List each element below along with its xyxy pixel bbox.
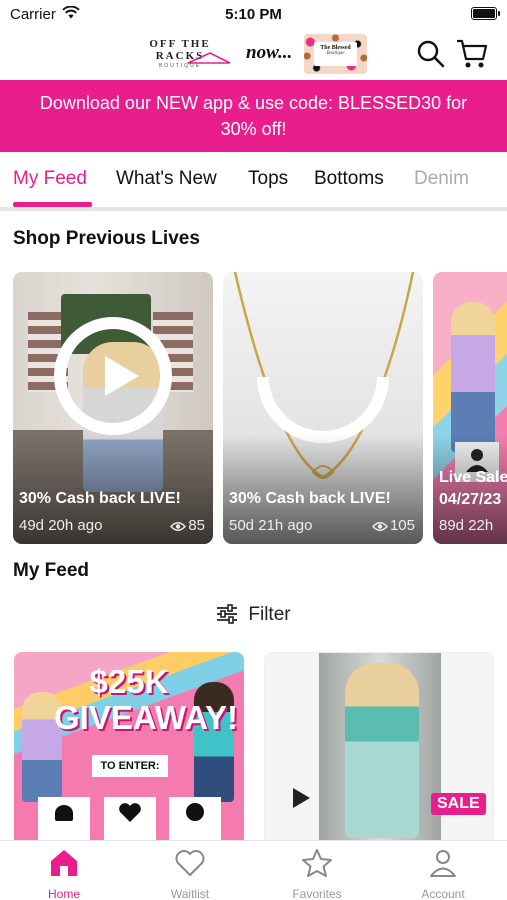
feed-title: My Feed (13, 560, 90, 581)
live-card-title: Live Sale 04/27/23 (439, 469, 507, 508)
giveaway-headline: $25K GIVEAWAY! (54, 663, 238, 736)
tab-whats-new[interactable]: What's New (116, 168, 217, 190)
bottom-navigation: Home Waitlist Favorites Account (0, 840, 507, 900)
tab-my-feed[interactable]: My Feed (13, 168, 87, 190)
live-card-time: 49d 20h ago (19, 517, 103, 534)
live-card-title: 30% Cash back LIVE! (19, 490, 181, 507)
nav-account-label: Account (421, 887, 465, 900)
to-enter-label: TO ENTER: (92, 755, 168, 777)
store-logo[interactable]: OFF THE RACKS BOUTIQUE (126, 38, 234, 69)
live-card-time: 50d 21h ago (229, 517, 313, 534)
nav-favorites[interactable]: Favorites (267, 847, 367, 900)
views-count: 85 (188, 517, 205, 534)
star-icon (302, 849, 332, 877)
eye-icon (170, 522, 187, 531)
headline-line1: $25K (89, 663, 169, 700)
nav-waitlist[interactable]: Waitlist (140, 847, 240, 900)
promo-line2: 30% off! (220, 119, 287, 139)
live-card-views: 105 (372, 517, 415, 534)
search-button[interactable] (416, 39, 446, 69)
nav-account[interactable]: Account (393, 847, 493, 900)
host-photo (451, 302, 495, 452)
promo-banner[interactable]: Download our NEW app & use code: BLESSED… (0, 80, 507, 152)
filter-label: Filter (248, 604, 291, 625)
hanger-icon (187, 52, 231, 64)
heart-icon (119, 803, 141, 822)
home-icon (51, 850, 77, 876)
badge-line2: Boutique (326, 51, 345, 56)
feed-card[interactable]: $25K GIVEAWAY! TO ENTER: (14, 652, 244, 852)
play-icon[interactable] (293, 788, 310, 808)
views-count: 105 (389, 517, 415, 534)
clock: 5:10 PM (225, 6, 282, 23)
category-tabs: My Feed What's New Tops Bottoms Denim (0, 152, 507, 212)
live-card-time: 89d 22h (439, 517, 494, 534)
promo-line1: Download our NEW app & use code: BLESSED… (39, 93, 468, 113)
previous-lives-title: Shop Previous Lives (13, 228, 200, 249)
sliders-icon (217, 604, 238, 624)
search-icon (417, 40, 445, 68)
nav-favorites-label: Favorites (292, 887, 342, 900)
filter-button[interactable]: Filter (0, 604, 507, 626)
live-card-views: 85 (170, 517, 205, 534)
chat-icon (186, 803, 204, 821)
tab-denim[interactable]: Denim (414, 168, 469, 190)
sale-badge: SALE (431, 793, 486, 815)
cart-button[interactable] (455, 38, 489, 70)
now-logo-text: now... (246, 42, 293, 63)
headline-line2: GIVEAWAY! (54, 699, 238, 736)
battery-icon (471, 7, 500, 20)
feed-card[interactable]: SALE (264, 652, 494, 852)
live-card[interactable]: Live Sale 04/27/23 89d 22h (433, 272, 507, 544)
blessed-boutique-logo: The Blessed Boutique (304, 34, 367, 74)
user-icon (55, 805, 73, 821)
cart-icon (457, 39, 488, 68)
nav-waitlist-label: Waitlist (170, 887, 210, 900)
play-triangle (105, 356, 139, 396)
status-bar: Carrier 5:10 PM (0, 0, 507, 30)
live-card[interactable]: 30% Cash back LIVE! 50d 21h ago 105 (223, 272, 423, 544)
heart-icon (175, 850, 205, 876)
live-card[interactable]: 30% Cash back LIVE! 49d 20h ago 85 (13, 272, 213, 544)
tab-tops[interactable]: Tops (248, 168, 288, 190)
nav-home-label: Home (47, 887, 80, 900)
model-photo (345, 663, 419, 838)
account-icon (430, 850, 456, 877)
tab-bottoms[interactable]: Bottoms (314, 168, 384, 190)
eye-icon (372, 522, 388, 531)
nav-home[interactable]: Home (14, 847, 114, 900)
app-header: OFF THE RACKS BOUTIQUE now... The Blesse… (0, 30, 507, 80)
tabs-divider (0, 207, 507, 211)
live-card-title: 30% Cash back LIVE! (229, 490, 391, 507)
